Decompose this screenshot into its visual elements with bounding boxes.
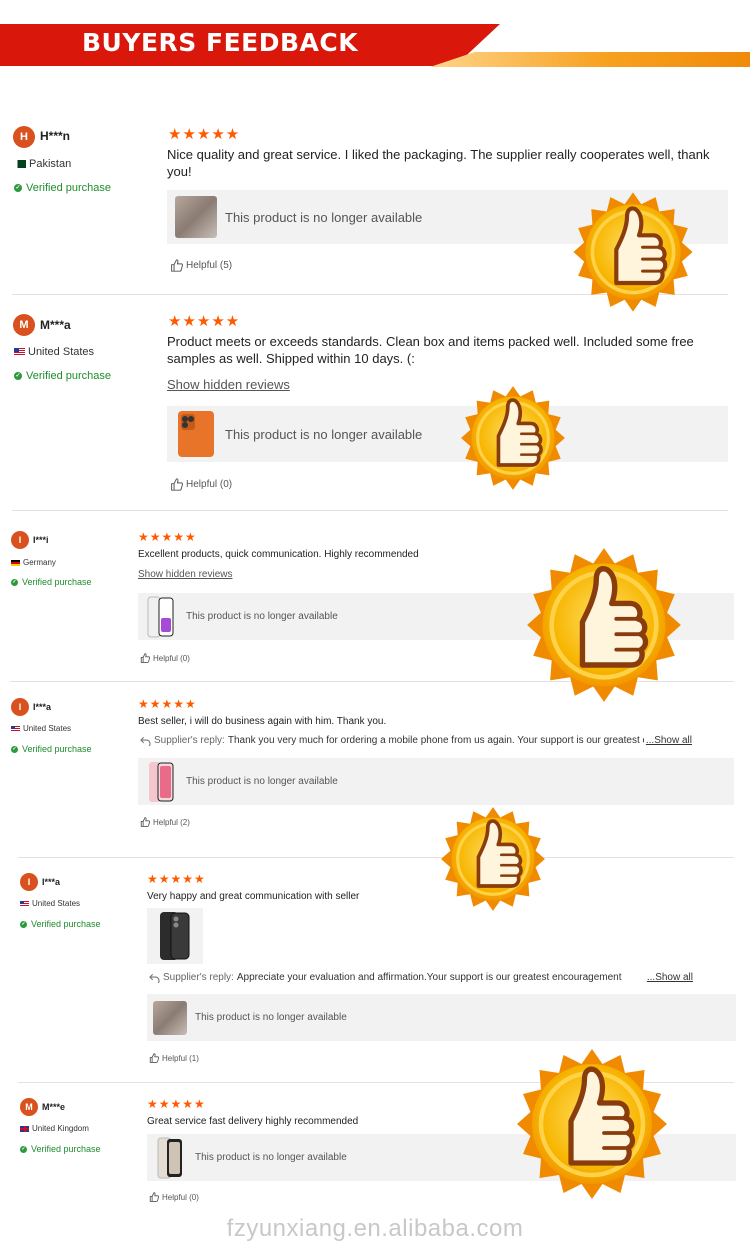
verified-check-icon: ✓	[11, 578, 18, 586]
verified-check-icon: ✓	[14, 184, 22, 192]
product-unavailable-text: This product is no longer available	[225, 426, 423, 442]
us-flag-icon	[11, 725, 20, 732]
reply-arrow-icon	[149, 973, 160, 983]
verified-purchase: ✓ Verified purchase	[11, 577, 92, 587]
review-text: Best seller, i will do business again wi…	[138, 716, 387, 727]
product-unavailable-text: This product is no longer available	[195, 1152, 347, 1163]
verified-purchase: ✓ Verified purchase	[11, 744, 92, 754]
avatar: I	[11, 531, 29, 549]
verified-check-icon: ✓	[20, 920, 27, 928]
thumbs-up-outline-icon	[140, 653, 150, 663]
show-all-link[interactable]: ...Show all	[647, 972, 693, 983]
reply-label: Supplier's reply:	[163, 972, 234, 983]
product-card[interactable]: This product is no longer available	[147, 994, 736, 1041]
rating-stars: ★★★★★	[168, 313, 241, 330]
supplier-reply: Supplier's reply: Appreciate your evalua…	[149, 972, 693, 983]
orange-phone-thumbnail-icon	[175, 410, 217, 458]
review-text: Product meets or exceeds standards. Clea…	[167, 334, 694, 366]
reviewer-name: M***e	[42, 1102, 66, 1112]
reviewer-name: H***n	[40, 129, 71, 143]
reply-text: Thank you very much for ordering a mobil…	[227, 735, 644, 746]
helpful-button[interactable]: Helpful (0)	[140, 653, 190, 663]
germany-flag-icon	[11, 559, 20, 566]
verified-purchase: ✓ Verified purchase	[14, 370, 111, 382]
avatar: H	[13, 126, 35, 148]
product-unavailable-text: This product is no longer available	[186, 611, 338, 622]
review-photo[interactable]	[147, 908, 203, 964]
uk-flag-icon	[20, 1125, 29, 1132]
reviewer-country: Pakistan	[15, 158, 71, 170]
rating-stars: ★★★★★	[168, 126, 241, 143]
reviewer-name: I***a	[42, 877, 61, 887]
verified-check-icon: ✓	[20, 1145, 27, 1153]
avatar: M	[13, 314, 35, 336]
show-hidden-reviews-link[interactable]: Show hidden reviews	[138, 569, 233, 580]
pakistan-flag-icon	[15, 160, 26, 168]
rating-stars: ★★★★★	[138, 530, 197, 544]
product-unavailable-text: This product is no longer available	[195, 1012, 347, 1023]
reviewer-name: I***i	[33, 535, 49, 545]
thumbs-up-outline-icon	[171, 478, 183, 491]
review-divider	[12, 510, 728, 511]
reply-text: Appreciate your evaluation and affirmati…	[236, 972, 622, 983]
header-banner: BUYERS FEEDBACK	[0, 0, 750, 90]
verified-check-icon: ✓	[11, 745, 18, 753]
helpful-button[interactable]: Helpful (2)	[140, 817, 190, 827]
reviewer-country: Germany	[11, 558, 56, 567]
review-text: Nice quality and great service. I liked …	[167, 147, 710, 179]
product-unavailable-text: This product is no longer available	[225, 209, 423, 225]
verified-purchase: ✓ Verified purchase	[20, 919, 101, 929]
watermark-text: fzyunxiang.en.alibaba.com	[226, 1215, 524, 1242]
rating-stars: ★★★★★	[147, 1097, 206, 1111]
show-hidden-reviews-link[interactable]: Show hidden reviews	[167, 377, 290, 392]
verified-check-icon: ✓	[14, 372, 22, 380]
helpful-button[interactable]: Helpful (0)	[149, 1192, 199, 1202]
reply-label: Supplier's reply:	[154, 735, 225, 746]
supplier-reply: Supplier's reply: Thank you very much fo…	[140, 735, 692, 746]
reviewer-name: M***a	[40, 318, 71, 332]
thumbs-up-outline-icon	[149, 1192, 159, 1202]
phone-thumbnail-icon	[144, 596, 178, 638]
us-flag-icon	[20, 900, 29, 907]
blurred-product-thumbnail-icon	[153, 1000, 187, 1035]
thumbs-up-outline-icon	[171, 259, 183, 272]
helpful-button[interactable]: Helpful (1)	[149, 1053, 199, 1063]
show-all-link[interactable]: ...Show all	[646, 735, 692, 746]
us-flag-icon	[14, 348, 25, 356]
black-phone-photo-icon	[160, 912, 190, 960]
verified-purchase: ✓ Verified purchase	[20, 1144, 101, 1154]
blurred-product-thumbnail-icon	[175, 196, 217, 238]
thumbs-up-badge-icon	[526, 545, 682, 705]
avatar: M	[20, 1098, 38, 1116]
reviewer-country: United States	[11, 724, 71, 733]
review-text: Very happy and great communication with …	[147, 891, 360, 902]
review-divider	[18, 857, 734, 858]
rating-stars: ★★★★★	[147, 872, 206, 886]
thumbs-up-badge-icon	[572, 190, 694, 314]
pink-phone-thumbnail-icon	[144, 761, 178, 803]
product-unavailable-text: This product is no longer available	[186, 776, 338, 787]
reviewer-country: United Kingdom	[20, 1124, 89, 1133]
rating-stars: ★★★★★	[138, 697, 197, 711]
titanium-phone-thumbnail-icon	[153, 1137, 187, 1179]
reviewer-country: United States	[14, 346, 94, 358]
page-title: BUYERS FEEDBACK	[82, 28, 359, 57]
thumbs-up-badge-icon	[460, 384, 566, 492]
thumbs-up-outline-icon	[149, 1053, 159, 1063]
helpful-button[interactable]: Helpful (0)	[170, 478, 232, 491]
reviewer-name: I***a	[33, 702, 52, 712]
product-card[interactable]: This product is no longer available	[138, 758, 734, 805]
thumbs-up-outline-icon	[140, 817, 150, 827]
reply-arrow-icon	[140, 736, 151, 746]
thumbs-up-badge-icon	[516, 1046, 668, 1202]
helpful-button[interactable]: Helpful (5)	[170, 259, 232, 272]
avatar: I	[20, 873, 38, 891]
reviewer-country: United States	[20, 899, 80, 908]
thumbs-up-badge-icon	[440, 805, 546, 913]
verified-purchase: ✓ Verified purchase	[14, 182, 111, 194]
banner-orange-stripe	[430, 52, 750, 67]
product-card[interactable]: This product is no longer available	[167, 406, 728, 462]
avatar: I	[11, 698, 29, 716]
